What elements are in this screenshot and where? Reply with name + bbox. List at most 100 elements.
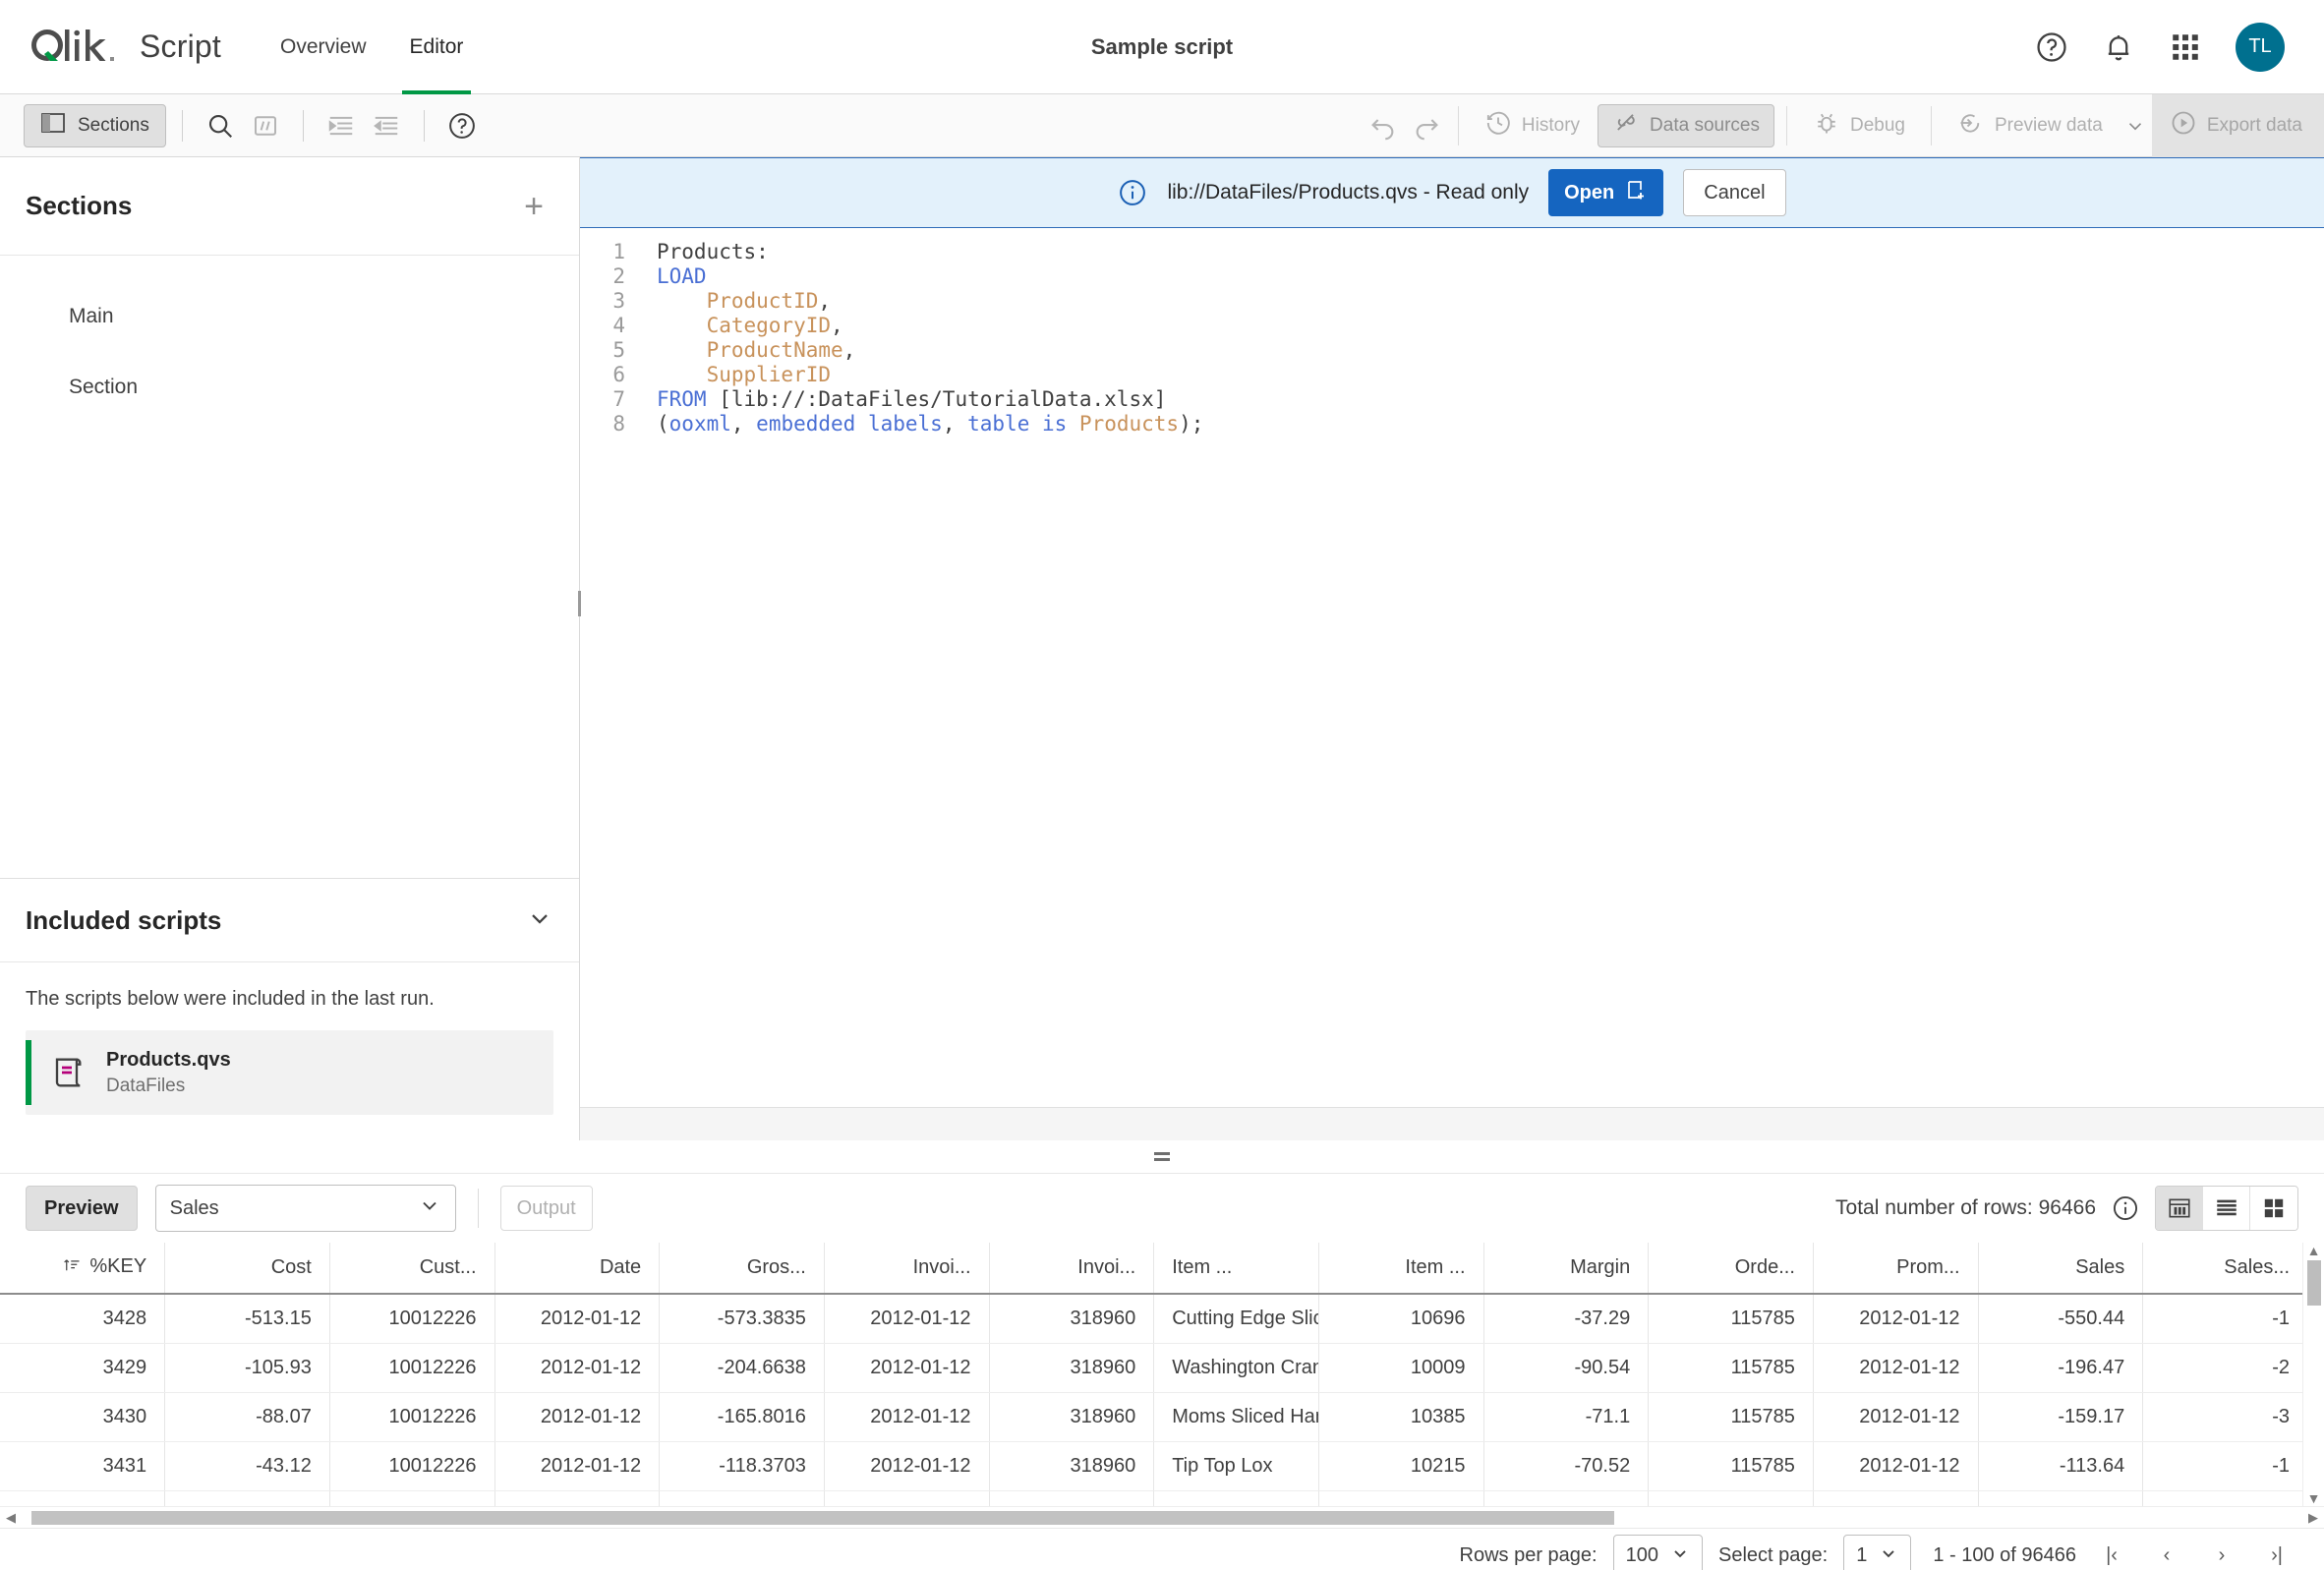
select-page-select[interactable]: 1: [1843, 1534, 1912, 1570]
table-cell[interactable]: 2012-01-12: [824, 1441, 990, 1491]
chevron-down-icon[interactable]: [526, 904, 553, 937]
sections-toggle-button[interactable]: Sections: [24, 103, 166, 147]
table-cell[interactable]: 10009: [1318, 1343, 1484, 1393]
table-cell[interactable]: Just Right Beef S: [1153, 1490, 1319, 1506]
scroll-right-arrow-icon[interactable]: ▶: [2302, 1510, 2324, 1526]
table-cell[interactable]: 10012226: [329, 1294, 495, 1344]
cancel-button[interactable]: Cancel: [1683, 169, 1786, 216]
table-cell[interactable]: 2012-01-12: [824, 1294, 990, 1344]
table-cell[interactable]: -550.44: [1978, 1294, 2144, 1344]
code-line[interactable]: SupplierID: [657, 363, 2324, 387]
table-cell[interactable]: 2012-01-12: [494, 1441, 661, 1491]
table-cell[interactable]: -118.3703: [659, 1441, 825, 1491]
table-cell[interactable]: -204.6638: [659, 1343, 825, 1393]
table-cell[interactable]: 2012-01-12: [1813, 1490, 1979, 1506]
qlik-logo[interactable]: [28, 26, 118, 69]
table-cell[interactable]: 2012-01-12: [494, 1392, 661, 1442]
hscrollbar-track[interactable]: [22, 1510, 2302, 1525]
preview-tab-button[interactable]: Preview: [26, 1186, 138, 1231]
add-section-button[interactable]: +: [514, 187, 553, 226]
indent-icon[interactable]: [320, 104, 363, 147]
table-cell[interactable]: 318960: [989, 1392, 1155, 1442]
nav-tab-editor[interactable]: Editor: [388, 0, 486, 94]
code-line[interactable]: FROM [lib://:DataFiles/TutorialData.xlsx…: [657, 387, 2324, 412]
help-icon[interactable]: [2035, 30, 2068, 64]
table-cell[interactable]: Cutting Edge Slice: [1153, 1294, 1319, 1344]
last-page-button[interactable]: ›|: [2257, 1537, 2296, 1570]
table-select[interactable]: Sales: [154, 1185, 456, 1232]
horizontal-scrollbar[interactable]: ◀ ▶: [0, 1506, 2324, 1528]
code-line[interactable]: Products:: [657, 240, 2324, 264]
help-icon[interactable]: [440, 104, 484, 147]
grid-view-icon[interactable]: [2250, 1187, 2297, 1230]
table-row[interactable]: 3430 -88.07 10012226 2012-01-12 -165.8016 201…: [0, 1392, 2308, 1442]
table-column-header[interactable]: Margin: [1483, 1243, 1650, 1295]
app-grid-icon[interactable]: [2169, 30, 2202, 64]
table-cell[interactable]: 2012-01-12: [824, 1343, 990, 1393]
sort-ascending-icon[interactable]: [62, 1256, 82, 1280]
comment-icon[interactable]: [244, 104, 287, 147]
table-cell[interactable]: 115785: [1648, 1490, 1814, 1506]
table-column-header[interactable]: %KEY: [0, 1243, 166, 1295]
table-column-header[interactable]: Orde...: [1648, 1243, 1814, 1295]
table-cell[interactable]: -90.54: [1483, 1343, 1650, 1393]
code-line[interactable]: LOAD: [657, 264, 2324, 289]
table-cell[interactable]: 115785: [1648, 1392, 1814, 1442]
code-line[interactable]: ProductID,: [657, 289, 2324, 314]
table-cell[interactable]: 115785: [1648, 1343, 1814, 1393]
included-scripts-header[interactable]: Included scripts: [0, 878, 579, 962]
sidebar-item-main[interactable]: Main: [0, 281, 579, 352]
table-cell[interactable]: 2012-01-12: [824, 1392, 990, 1442]
table-column-header[interactable]: Sales...: [2142, 1243, 2308, 1295]
table-cell[interactable]: -70.52: [1483, 1441, 1650, 1491]
table-view-icon[interactable]: [2156, 1187, 2203, 1230]
table-cell[interactable]: -60.26: [1483, 1490, 1650, 1506]
table-cell[interactable]: 318960: [989, 1441, 1155, 1491]
table-column-header[interactable]: Invoi...: [989, 1243, 1155, 1295]
table-cell[interactable]: 10012226: [329, 1490, 495, 1506]
table-cell[interactable]: 318960: [989, 1294, 1155, 1344]
table-cell[interactable]: -37.29: [1483, 1294, 1650, 1344]
open-button[interactable]: Open: [1548, 169, 1664, 216]
code-line[interactable]: (ooxml, embedded labels, table is Produc…: [657, 412, 2324, 436]
table-cell[interactable]: 10215: [1318, 1441, 1484, 1491]
table-cell[interactable]: 2012-01-12: [1813, 1343, 1979, 1393]
scroll-left-arrow-icon[interactable]: ◀: [0, 1510, 22, 1526]
table-row[interactable]: 3429 -105.93 10012226 2012-01-12 -204.6638 20…: [0, 1343, 2308, 1393]
table-cell[interactable]: Washington Cran: [1153, 1343, 1319, 1393]
code-line[interactable]: CategoryID,: [657, 314, 2324, 338]
notifications-icon[interactable]: [2102, 30, 2135, 64]
table-cell[interactable]: 115785: [1648, 1441, 1814, 1491]
data-sources-button[interactable]: Data sources: [1598, 103, 1774, 147]
table-cell[interactable]: -98.24: [1978, 1490, 2144, 1506]
table-cell[interactable]: 2012-01-12: [494, 1490, 661, 1506]
table-cell[interactable]: -1: [2142, 1294, 2308, 1344]
table-cell[interactable]: -105.93: [164, 1343, 330, 1393]
table-cell[interactable]: 10012226: [329, 1343, 495, 1393]
hscrollbar-thumb[interactable]: [31, 1510, 1614, 1525]
table-column-header[interactable]: Sales: [1978, 1243, 2144, 1295]
included-script-item[interactable]: Products.qvs DataFiles: [26, 1030, 553, 1115]
table-row[interactable]: 3432-37.98100122262012-01-12-102.3319201…: [0, 1490, 2308, 1506]
redo-icon[interactable]: [1405, 104, 1448, 147]
vertical-scrollbar[interactable]: ▲ ▼: [2302, 1243, 2324, 1506]
table-cell[interactable]: Moms Sliced Ham: [1153, 1392, 1319, 1442]
table-row[interactable]: 3431 -43.12 10012226 2012-01-12 -118.3703 201…: [0, 1441, 2308, 1491]
table-cell[interactable]: 10012226: [329, 1392, 495, 1442]
table-cell[interactable]: 3429: [0, 1343, 166, 1393]
search-icon[interactable]: [199, 104, 242, 147]
scrollbar-thumb[interactable]: [2306, 1260, 2321, 1306]
scroll-up-arrow-icon[interactable]: ▲: [2307, 1243, 2321, 1258]
preview-resize-handle[interactable]: [0, 1140, 2324, 1174]
table-cell[interactable]: -113.64: [1978, 1441, 2144, 1491]
table-cell[interactable]: 10696: [1318, 1294, 1484, 1344]
table-column-header[interactable]: Prom...: [1813, 1243, 1979, 1295]
history-button[interactable]: History: [1471, 104, 1594, 147]
next-page-button[interactable]: ›: [2202, 1537, 2241, 1570]
info-icon[interactable]: [2112, 1194, 2139, 1222]
previous-page-button[interactable]: ‹: [2147, 1537, 2186, 1570]
table-cell[interactable]: 2012-01-12: [494, 1343, 661, 1393]
table-cell[interactable]: -88.07: [164, 1392, 330, 1442]
table-cell[interactable]: 2012-01-12: [824, 1490, 990, 1506]
export-data-button[interactable]: Export data: [2151, 93, 2324, 157]
